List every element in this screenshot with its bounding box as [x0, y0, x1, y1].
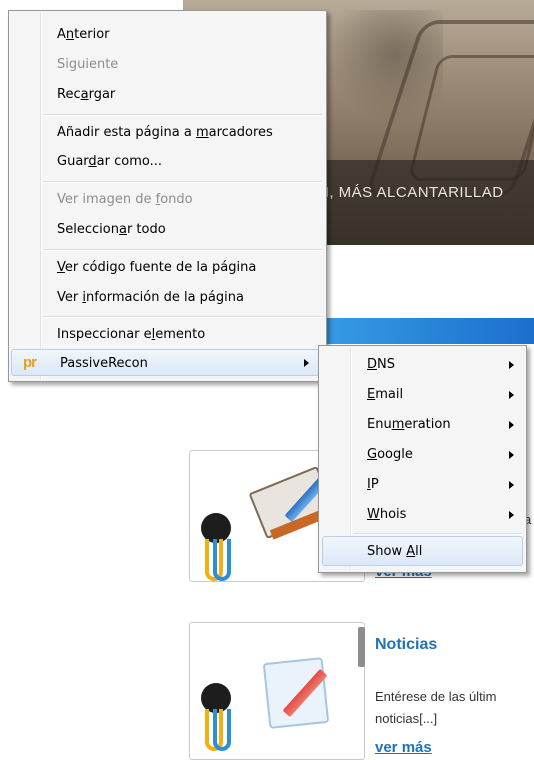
news-body: Entérese de las últim noticias[...]	[375, 686, 534, 730]
chevron-right-icon	[509, 481, 514, 489]
submenu-item-whois[interactable]: Whois	[319, 500, 526, 530]
passiverecon-submenu: DNS Email Enumeration Google IP Whois Sh…	[318, 345, 527, 573]
chevron-right-icon	[509, 451, 514, 459]
menu-item-view-source[interactable]: Ver código fuente de la página	[9, 254, 326, 281]
news-body-line1: Entérese de las últim	[375, 689, 497, 704]
menu-item-anterior[interactable]: Anterior	[9, 21, 326, 48]
blue-nav-swoosh	[300, 318, 534, 344]
menu-separator	[43, 181, 322, 183]
chevron-right-icon	[509, 421, 514, 429]
banner-caption: N, MÁS ALCANTARILLAD	[318, 184, 504, 201]
news-body-line2: noticias[...]	[375, 711, 438, 726]
menu-item-save-as[interactable]: Guardar como...	[9, 148, 326, 175]
chevron-right-icon	[509, 391, 514, 399]
document-icon	[262, 657, 330, 729]
context-menu: Anterior Siguiente Recargar Añadir esta …	[8, 10, 327, 382]
menu-item-siguiente[interactable]: Siguiente	[9, 51, 326, 78]
menu-item-select-all[interactable]: Seleccionar todo	[9, 216, 326, 243]
chevron-right-icon	[304, 359, 309, 367]
menu-separator	[43, 316, 322, 318]
submenu-item-enumeration[interactable]: Enumeration	[319, 410, 526, 440]
passiverecon-label: PassiveRecon	[60, 356, 148, 371]
card2-ver-mas-link[interactable]: ver más	[375, 739, 432, 756]
card-scrollbar[interactable]	[358, 627, 365, 667]
menu-item-inspect-element[interactable]: Inspeccionar elemento	[9, 321, 326, 348]
submenu-item-google[interactable]: Google	[319, 440, 526, 470]
menu-separator	[43, 114, 322, 116]
submenu-item-show-all[interactable]: Show All	[322, 536, 523, 566]
chevron-right-icon	[509, 511, 514, 519]
submenu-item-ip[interactable]: IP	[319, 470, 526, 500]
passiverecon-icon: pr	[23, 354, 37, 371]
chevron-right-icon	[509, 361, 514, 369]
mascot-leg-blue	[213, 539, 231, 581]
menu-item-view-background[interactable]: Ver imagen de fondo	[9, 186, 326, 213]
menu-separator	[353, 533, 522, 535]
news-title[interactable]: Noticias	[375, 636, 437, 654]
menu-item-bookmark[interactable]: Añadir esta página a marcadores	[9, 119, 326, 146]
submenu-item-dns[interactable]: DNS	[319, 350, 526, 380]
menu-item-page-info[interactable]: Ver información de la página	[9, 284, 326, 311]
menu-separator	[43, 249, 322, 251]
mascot-leg-blue	[213, 709, 231, 751]
menu-item-passiverecon[interactable]: pr PassiveRecon	[11, 349, 324, 376]
submenu-item-email[interactable]: Email	[319, 380, 526, 410]
menu-item-recargar[interactable]: Recargar	[9, 81, 326, 108]
